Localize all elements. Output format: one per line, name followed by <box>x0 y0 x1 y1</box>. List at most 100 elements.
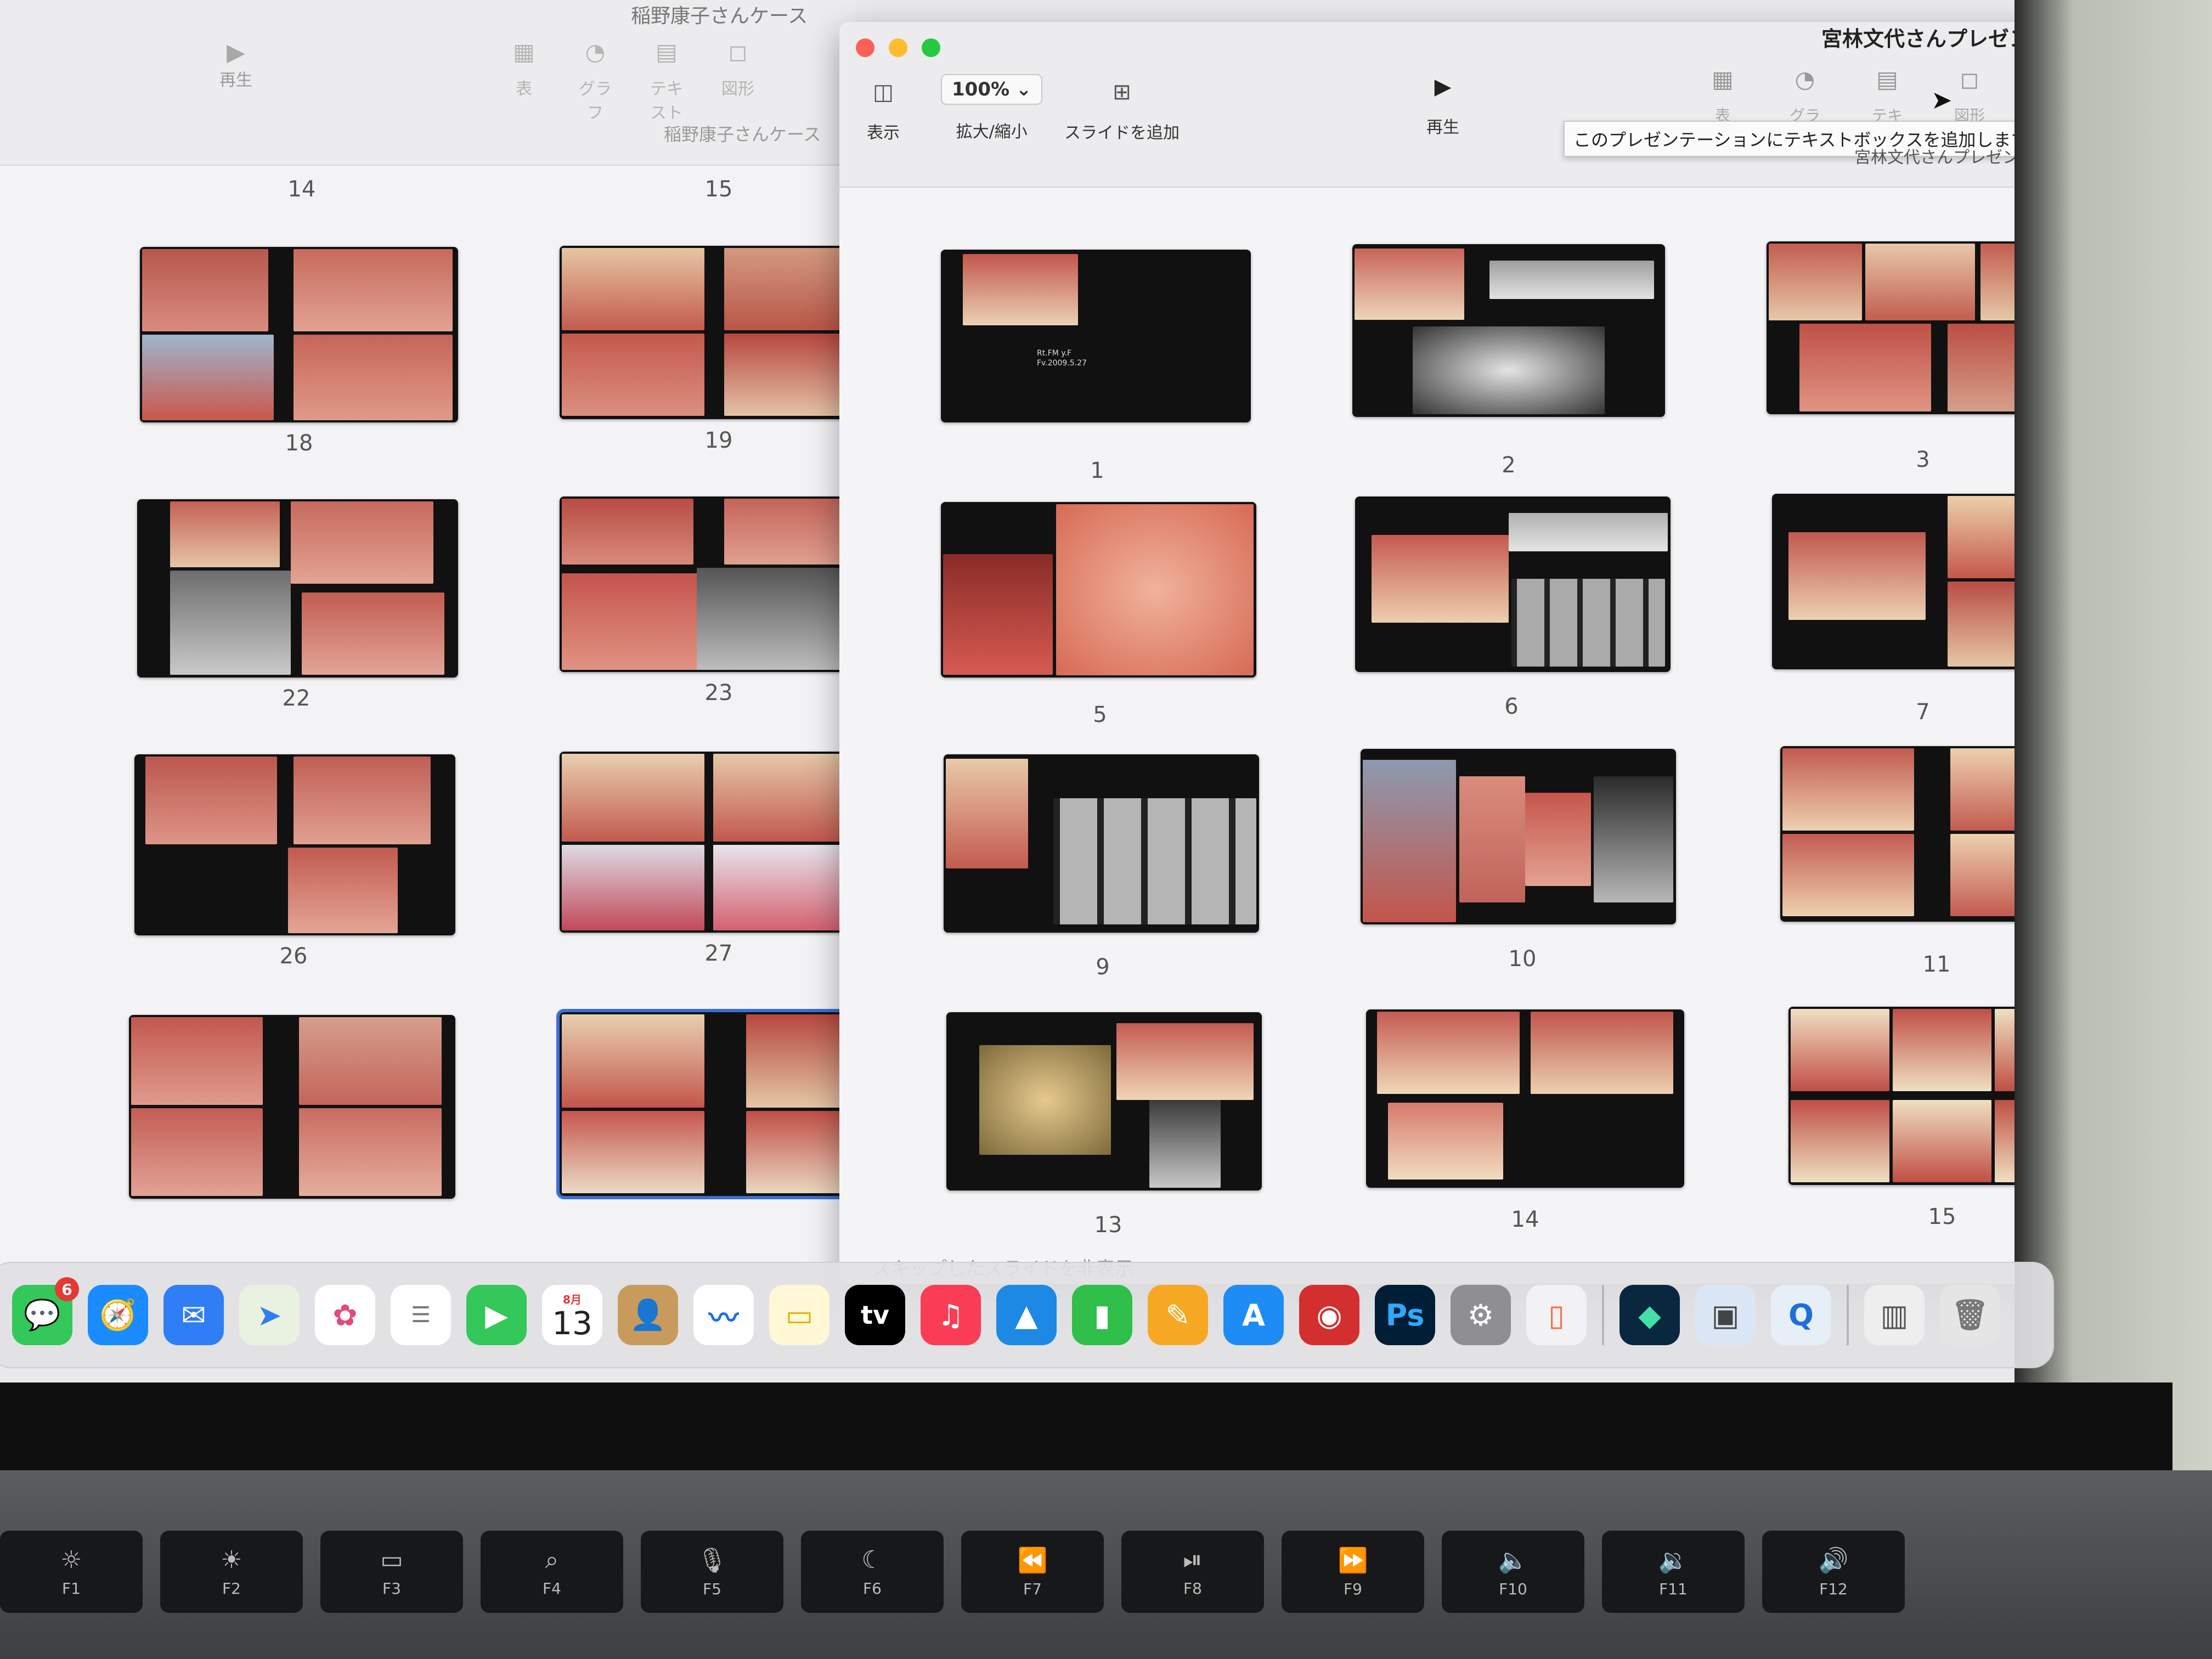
preview-icon[interactable]: ▣ <box>1695 1285 1756 1345</box>
freeform-icon[interactable]: 〰 <box>693 1285 754 1345</box>
add-slide-label: スライドを追加 <box>1064 123 1180 143</box>
safari-icon[interactable]: 🧭 <box>88 1285 148 1345</box>
slide-number: 7 <box>1916 699 1930 725</box>
shape-button[interactable]: ◻ 図形 <box>719 38 757 123</box>
search-icon: ⌕ <box>545 1546 559 1574</box>
slide-thumbnail[interactable] <box>560 246 867 419</box>
system-settings-icon[interactable]: ⚙ <box>1451 1285 1511 1345</box>
facetime-icon[interactable]: ▶ <box>466 1285 527 1345</box>
key-label: F5 <box>703 1579 721 1598</box>
text-label: テキスト <box>650 80 683 123</box>
text-icon: ▤ <box>1876 66 1898 93</box>
slide-thumbnail-selected[interactable] <box>556 1009 870 1199</box>
key-f11[interactable]: 🔉 F11 <box>1602 1531 1745 1613</box>
key-label: F11 <box>1659 1579 1688 1598</box>
slide-thumbnail[interactable] <box>1361 749 1676 924</box>
key-f4[interactable]: ⌕ F4 <box>481 1531 623 1613</box>
slide-thumbnail[interactable] <box>1355 496 1671 672</box>
mail-icon[interactable]: ✉ <box>163 1285 224 1345</box>
key-f3[interactable]: ▭ F3 <box>320 1531 463 1613</box>
slide-thumbnail[interactable] <box>1352 244 1665 417</box>
notes-icon[interactable]: ▭ <box>769 1285 830 1345</box>
shape-icon: ◻ <box>728 38 748 65</box>
key-f1[interactable]: ☼ F1 <box>0 1531 143 1613</box>
zoom-control[interactable]: 100% ⌄ 拡大/縮小 <box>941 74 1043 142</box>
slide-thumbnail[interactable] <box>560 496 867 672</box>
zoom-select[interactable]: 100% ⌄ <box>941 74 1043 105</box>
numbers-icon[interactable]: ▮ <box>1072 1285 1132 1345</box>
fast-forward-icon: ⏩ <box>1338 1546 1368 1575</box>
play-button[interactable]: ▶ 再生 <box>1426 74 1459 138</box>
key-f7[interactable]: ⏪ F7 <box>961 1531 1104 1613</box>
slide-thumbnail[interactable] <box>560 752 867 933</box>
close-button[interactable] <box>856 38 874 57</box>
pages-icon[interactable]: ✎ <box>1148 1285 1208 1345</box>
shape-label: 図形 <box>721 80 754 99</box>
photos-icon[interactable]: ✿ <box>315 1285 375 1345</box>
slide-thumbnail[interactable]: Rt.FM y.F Fv.2009.5.27 <box>941 250 1251 422</box>
minimize-button[interactable] <box>889 38 907 57</box>
key-f12[interactable]: 🔊 F12 <box>1762 1531 1905 1613</box>
photoshop-icon[interactable]: Ps <box>1375 1285 1435 1345</box>
play-button[interactable]: ▶ 再生 <box>219 38 252 91</box>
downloads-folder-icon[interactable]: ▥ <box>1864 1285 1925 1345</box>
dock: 💬 6 🧭 ✉ ➤ ✿ ☰ ▶ 8月 13 👤 〰 ▭ tv ♫ ▲ ▮ ✎ A … <box>0 1262 2054 1368</box>
function-row: ☼ F1 ☀ F2 ▭ F3 ⌕ F4 🎙 F5 ☾ F6 ⏪ F7 ⏯ F8 ⏩ F9 🔈 F10… <box>0 1531 1905 1613</box>
key-label: F4 <box>543 1579 561 1598</box>
key-label: F9 <box>1344 1579 1362 1598</box>
iphone-mirroring-icon[interactable]: ▯ <box>1526 1285 1587 1345</box>
music-icon[interactable]: ♫ <box>921 1285 981 1345</box>
keynote-window-active[interactable]: 宮林文代さんプレゼン ◫ 表示 100% ⌄ 拡大/縮小 ⊞ スライドを追加 ▶… <box>839 22 2112 1284</box>
key-label: F12 <box>1819 1579 1848 1598</box>
trash-icon[interactable]: 🗑 <box>1940 1285 2000 1345</box>
slide-number: 22 <box>282 686 311 711</box>
window-title: 宮林文代さんプレゼン <box>1821 27 2030 51</box>
slide-number: 11 <box>1922 952 1951 977</box>
messages-icon[interactable]: 💬 6 <box>12 1277 79 1345</box>
slide-number: 14 <box>287 177 316 202</box>
key-label: F8 <box>1183 1579 1202 1598</box>
keynote-window-background[interactable]: 稲野康子さんケース ▶ 再生 ▦ 表 ◔ グラフ ▤ テキスト ◻ 図形 稲野康子さんケ… <box>0 0 870 1284</box>
key-f8[interactable]: ⏯ F8 <box>1121 1531 1264 1613</box>
moon-icon: ☾ <box>861 1546 883 1574</box>
apple-tv-icon[interactable]: tv <box>845 1285 905 1345</box>
background-wall <box>2015 0 2212 1481</box>
table-button[interactable]: ▦ 表 <box>505 38 543 123</box>
slide-thumbnail[interactable] <box>944 754 1259 933</box>
key-f5[interactable]: 🎙 F5 <box>641 1531 783 1613</box>
slide-number: 1 <box>1090 458 1104 483</box>
keynote-icon[interactable]: ▲ <box>996 1285 1057 1345</box>
sidebar-icon: ◫ <box>873 80 894 105</box>
maps-icon[interactable]: ➤ <box>239 1285 300 1345</box>
app-icon[interactable]: ◆ <box>1620 1285 1680 1345</box>
slide-number: 13 <box>1094 1212 1122 1238</box>
slide-number: 10 <box>1508 946 1537 972</box>
key-f10[interactable]: 🔈 F10 <box>1442 1531 1584 1613</box>
screen-bezel <box>0 1383 2172 1476</box>
quicktime-icon[interactable]: Q <box>1771 1285 1831 1345</box>
key-f6[interactable]: ☾ F6 <box>801 1531 944 1613</box>
text-button[interactable]: ▤ テキスト <box>647 38 686 123</box>
table-label: 表 <box>516 80 532 99</box>
key-f9[interactable]: ⏩ F9 <box>1282 1531 1424 1613</box>
calendar-icon[interactable]: 8月 13 <box>542 1285 602 1345</box>
slide-thumbnail[interactable] <box>137 499 458 678</box>
security-app-icon[interactable]: ◉ <box>1299 1285 1359 1345</box>
slide-thumbnail[interactable] <box>129 1015 455 1199</box>
slide-thumbnail[interactable] <box>941 502 1256 678</box>
reminders-icon[interactable]: ☰ <box>391 1285 451 1345</box>
play-pause-icon: ⏯ <box>1183 1546 1203 1574</box>
slide-thumbnail[interactable] <box>140 247 458 422</box>
slide-number: 3 <box>1916 447 1930 472</box>
brightness-up-icon: ☀ <box>221 1546 242 1574</box>
zoom-window-button[interactable] <box>922 38 940 57</box>
app-store-icon[interactable]: A <box>1223 1285 1284 1345</box>
chart-button[interactable]: ◔ グラフ <box>576 38 614 123</box>
add-slide-button[interactable]: ⊞ スライドを追加 <box>1064 80 1180 143</box>
key-f2[interactable]: ☀ F2 <box>160 1531 303 1613</box>
slide-thumbnail[interactable] <box>1366 1009 1684 1188</box>
view-button[interactable]: ◫ 表示 <box>867 80 900 143</box>
slide-thumbnail[interactable] <box>134 754 455 935</box>
slide-thumbnail[interactable] <box>946 1012 1262 1190</box>
contacts-icon[interactable]: 👤 <box>618 1285 678 1345</box>
